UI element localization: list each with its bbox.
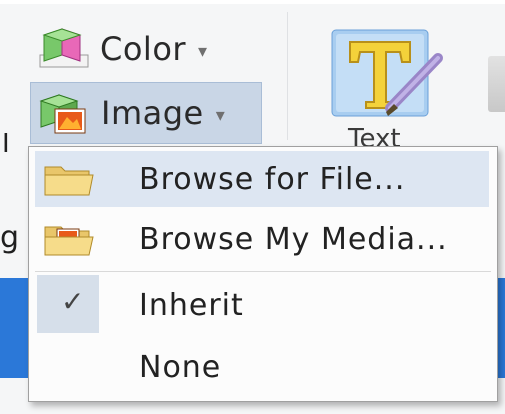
text-tool-icon [331, 29, 443, 117]
menu-item-browse-my-media[interactable]: Browse My Media... [35, 211, 489, 267]
color-button[interactable]: Color ▾ [30, 20, 262, 78]
partial-text-left-top: I [2, 129, 10, 159]
menu-item-label: Browse for File... [139, 161, 406, 197]
folder-media-icon [39, 215, 99, 263]
color-fill-icon [36, 25, 92, 73]
folder-icon [39, 155, 99, 203]
menu-item-label: Browse My Media... [139, 221, 448, 257]
ribbon-top-edge [0, 0, 505, 4]
image-fill-icon [37, 89, 93, 137]
image-button-label: Image [101, 94, 204, 132]
color-button-label: Color [100, 30, 187, 68]
menu-item-inherit[interactable]: Inherit [35, 277, 489, 333]
menu-item-label: None [139, 349, 222, 385]
menu-item-browse-for-file[interactable]: Browse for File... [35, 151, 489, 207]
menu-item-none[interactable]: None [35, 339, 489, 395]
image-button[interactable]: Image ▾ [30, 82, 262, 144]
ribbon-group-separator [287, 12, 288, 140]
partial-ribbon-icon [488, 56, 505, 112]
image-dropdown-menu: Browse for File... Browse My Media... ✓ … [28, 146, 498, 402]
chevron-down-icon: ▾ [198, 40, 208, 62]
partial-text-left-bottom: g [0, 220, 20, 255]
menu-separator [35, 271, 491, 272]
chevron-down-icon: ▾ [215, 104, 225, 126]
menu-item-label: Inherit [139, 287, 244, 323]
